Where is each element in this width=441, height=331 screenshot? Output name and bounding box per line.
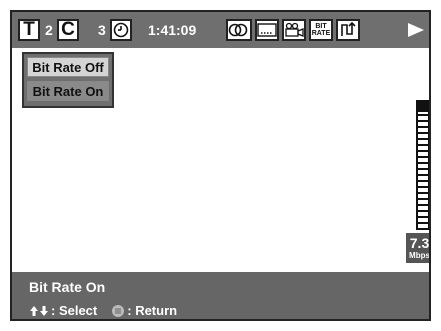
return-button-icon bbox=[111, 304, 125, 318]
subtitle-icon[interactable] bbox=[255, 19, 279, 41]
bit-rate-icon-line2: RATE bbox=[311, 30, 331, 37]
return-label: : Return bbox=[127, 303, 178, 318]
select-label: : Select bbox=[51, 303, 98, 318]
play-icon bbox=[407, 12, 425, 48]
bit-rate-meter-fill bbox=[418, 112, 428, 228]
audio-icon[interactable] bbox=[226, 19, 252, 41]
menu-item-bit-rate-off[interactable]: Bit Rate Off bbox=[27, 57, 109, 77]
up-down-arrows-icon bbox=[29, 305, 49, 317]
osd-screen: T 2 C 3 1:41:09 BIT RATE Bit Rate Off Bi… bbox=[10, 10, 431, 321]
bit-rate-icon-line1: BIT bbox=[315, 23, 327, 30]
clock-icon bbox=[110, 19, 132, 41]
bit-rate-readout: 7.3 Mbps bbox=[406, 233, 430, 263]
title-number: 2 bbox=[45, 22, 53, 38]
chapter-indicator: C bbox=[57, 19, 79, 41]
camera-angle-icon[interactable] bbox=[282, 19, 306, 41]
bit-rate-meter bbox=[416, 100, 429, 230]
bit-rate-unit: Mbps bbox=[409, 251, 430, 260]
bottom-status-bar: Bit Rate On : Select : Return bbox=[12, 272, 429, 319]
playback-time: 1:41:09 bbox=[148, 22, 197, 38]
status-title: Bit Rate On bbox=[29, 279, 106, 295]
chapter-number: 3 bbox=[98, 22, 106, 38]
menu-item-bit-rate-on[interactable]: Bit Rate On bbox=[27, 81, 109, 101]
status-help: : Select : Return bbox=[29, 303, 177, 318]
bit-rate-menu: Bit Rate Off Bit Rate On bbox=[22, 52, 114, 108]
title-indicator: T bbox=[18, 19, 40, 41]
repeat-icon[interactable] bbox=[336, 19, 360, 41]
top-status-bar: T 2 C 3 1:41:09 BIT RATE bbox=[12, 12, 429, 48]
bit-rate-icon[interactable]: BIT RATE bbox=[309, 19, 333, 41]
bit-rate-value: 7.3 bbox=[409, 235, 430, 251]
